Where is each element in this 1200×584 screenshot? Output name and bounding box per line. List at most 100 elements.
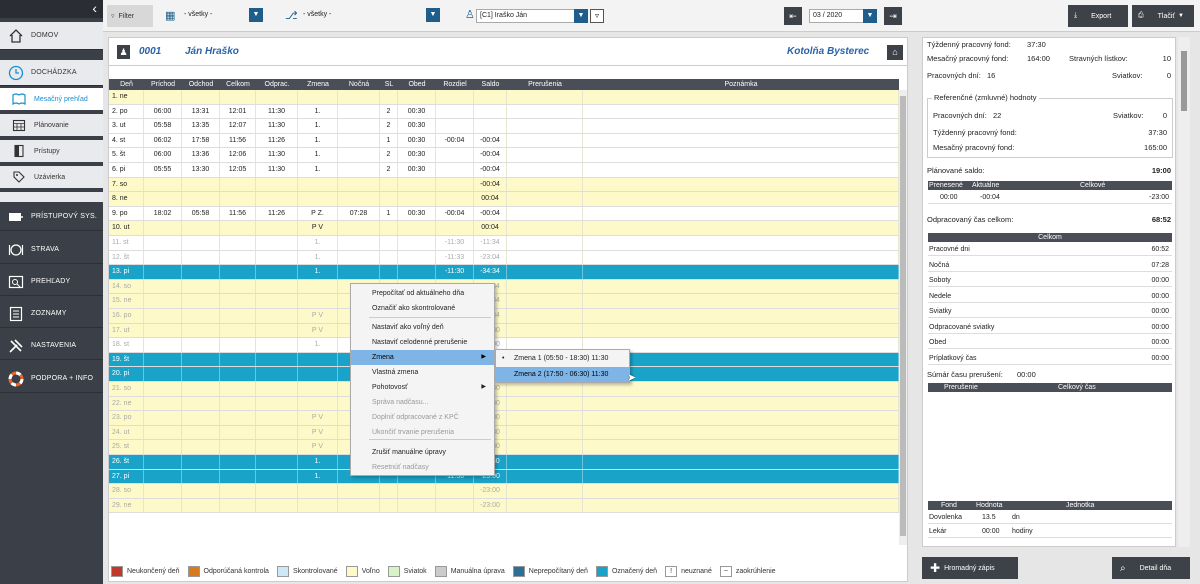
- menu-item[interactable]: Nastaviť celodenné prerušenie: [351, 335, 494, 350]
- menu-item[interactable]: Doplniť odpracované z KPČ: [351, 410, 494, 425]
- col-header-difference[interactable]: Rozdiel: [436, 79, 474, 90]
- menu-item[interactable]: Správa nadčasu...: [351, 395, 494, 410]
- grid-scrollbar[interactable]: [899, 90, 907, 545]
- table-row[interactable]: 6. pi 05:55 13:30 12:05 11:30 1. 2 00:30 -00:04: [109, 163, 899, 178]
- menu-item[interactable]: Zmena ▶: [351, 350, 494, 365]
- menu-item-label: Vlastná zmena: [372, 369, 419, 376]
- menu-item[interactable]: Pohotovosť ▶: [351, 380, 494, 395]
- sidebar-item-label: STRAVA: [31, 246, 60, 253]
- table-row[interactable]: 14. so-34:34: [109, 279, 899, 295]
- sidebar-item-zoznamy[interactable]: ZOZNAMY: [0, 300, 103, 328]
- sidebar-collapse-button[interactable]: ‹: [0, 0, 103, 18]
- sidebar-item-domov[interactable]: DOMOV: [0, 22, 103, 50]
- col-header-saldo[interactable]: Saldo: [474, 79, 507, 90]
- cell-departure: [182, 192, 220, 206]
- col-header-total[interactable]: Celkom: [220, 79, 256, 90]
- menu-item[interactable]: Ukončiť trvanie prerušenia: [351, 425, 494, 440]
- filter-button[interactable]: ▿ Filter: [107, 5, 153, 27]
- cell-worked: [256, 440, 298, 454]
- col-header-day[interactable]: Deň: [109, 79, 144, 90]
- menu-item[interactable]: Označiť ako skontrolované: [351, 301, 494, 316]
- scrollbar-thumb[interactable]: [900, 96, 906, 536]
- col-header-worked[interactable]: Odprac.: [256, 79, 298, 90]
- submenu-item[interactable]: Zmena 2 (17:50 - 06:30) 11:30: [496, 367, 629, 382]
- cell-shift: [298, 90, 338, 104]
- table-row[interactable]: 27. pi 1. -11:30 -23:00: [109, 469, 899, 485]
- table-row[interactable]: 17. utP V-34:30: [109, 323, 899, 339]
- table-row[interactable]: 24. utP V-34:30: [109, 425, 899, 441]
- group-select[interactable]: - všetky - ▼: [181, 8, 263, 23]
- chevron-down-icon: ▼: [249, 8, 263, 22]
- sidebar-item-dochadzka[interactable]: DOCHÁDZKA: [0, 60, 103, 86]
- table-row[interactable]: 7. so -00:04: [109, 177, 899, 193]
- next-month-button[interactable]: ⇥: [884, 7, 902, 25]
- sidebar-item-pristupy[interactable]: Prístupy: [0, 140, 103, 162]
- previous-month-button[interactable]: ⇤: [784, 7, 802, 25]
- department-select[interactable]: - všetky - ▼: [300, 8, 440, 23]
- table-row[interactable]: 16. poP V-34:34: [109, 309, 899, 324]
- ref-monthly-fund-value: 165:00: [1144, 143, 1167, 152]
- sidebar-item-mesacny-prehlad[interactable]: Mesačný prehľad: [0, 88, 103, 110]
- cell-saldo: -00:04: [474, 163, 507, 177]
- table-row[interactable]: 2. po 06:00 13:31 12:01 11:30 1. 2 00:30: [109, 104, 899, 120]
- cell-departure: [182, 425, 220, 440]
- sidebar-item-podpora[interactable]: PODPORA + INFO: [0, 365, 103, 393]
- table-row[interactable]: 5. št 06:00 13:36 12:06 11:30 1. 2 00:30 -00:04: [109, 148, 899, 163]
- print-button[interactable]: ⎙ Tlačiť ▼: [1132, 5, 1194, 27]
- sidebar-item-pristupovy-sys[interactable]: PRÍSTUPOVÝ SYS.: [0, 203, 103, 231]
- menu-item[interactable]: Prepočítať od aktuálneho dňa: [351, 286, 494, 301]
- export-button[interactable]: ⤓ Export: [1068, 5, 1128, 27]
- table-row[interactable]: 10. ut P V 00:04: [109, 221, 899, 236]
- summary-scrollbar[interactable]: [1178, 37, 1190, 547]
- cell-arrival: [144, 469, 182, 484]
- table-row[interactable]: 26. št1.-11:30-11:30: [109, 455, 899, 470]
- table-row[interactable]: 15. ne-34:34: [109, 294, 899, 309]
- bulk-entry-button[interactable]: ✚ Hromadný zápis: [922, 557, 1018, 579]
- col-header-note[interactable]: Poznámka: [583, 79, 899, 90]
- col-header-lunch[interactable]: Obed: [398, 79, 436, 90]
- cell-arrival: 06:02: [144, 133, 182, 148]
- cell-total: [220, 469, 256, 484]
- table-row[interactable]: 21. so-34:30: [109, 382, 899, 397]
- employee-filter-button[interactable]: ▿: [590, 9, 604, 23]
- sidebar-item-uzavierka[interactable]: Uzávierka: [0, 166, 103, 188]
- table-row[interactable]: 23. poP V-34:30: [109, 411, 899, 426]
- chevron-right-icon: ▶: [481, 354, 486, 360]
- scrollbar-thumb[interactable]: [1181, 51, 1187, 111]
- cell-saldo: [474, 119, 507, 133]
- sidebar-item-strava[interactable]: STRAVA: [0, 236, 103, 264]
- table-row[interactable]: 9. po 18:02 05:58 11:56 11:26 P Z. 07:28 1 00:30…: [109, 206, 899, 222]
- col-header-arrival[interactable]: Príchod: [144, 79, 182, 90]
- day-detail-button[interactable]: ⌕ Detail dňa: [1112, 557, 1190, 579]
- table-row[interactable]: 4. st 06:02 17:58 11:56 11:26 1. 1 00:30 -00:04-…: [109, 133, 899, 149]
- col-header-departure[interactable]: Odchod: [182, 79, 220, 90]
- table-row[interactable]: 12. št 1. -11:33 -23:04: [109, 250, 899, 266]
- table-row[interactable]: 1. ne: [109, 90, 899, 105]
- grid-header: Deň Príchod Odchod Celkom Odprac. Zmena Nočná S…: [109, 79, 899, 90]
- submenu-item[interactable]: • Zmena 1 (05:50 - 18:30) 11:30: [496, 351, 629, 366]
- employee-select[interactable]: [C1] Iraško Ján ▼: [476, 9, 588, 23]
- context-menu: Prepočítať od aktuálneho dňa Označiť ako …: [350, 283, 495, 476]
- col-header-meal[interactable]: SL: [380, 79, 398, 90]
- table-row[interactable]: 29. ne -23:00: [109, 498, 899, 514]
- sidebar-item-nastavenia[interactable]: NASTAVENIA: [0, 332, 103, 360]
- table-row[interactable]: 25. stP V-34:30: [109, 440, 899, 455]
- col-header-night[interactable]: Nočná: [338, 79, 380, 90]
- table-row[interactable]: 13. pi 1. -11:30 -34:34: [109, 265, 899, 280]
- menu-item[interactable]: Vlastná zmena: [351, 365, 494, 380]
- col-header-shift[interactable]: Zmena: [298, 79, 338, 90]
- menu-item[interactable]: Zrušiť manuálne úpravy: [351, 445, 494, 460]
- col-header-interruptions[interactable]: Prerušenia: [507, 79, 583, 90]
- table-row[interactable]: 22. ne-34:30: [109, 396, 899, 412]
- cell-shift: P V: [298, 411, 338, 425]
- table-row[interactable]: 8. ne 00:04: [109, 192, 899, 207]
- table-row[interactable]: 3. ut 05:58 13:35 12:07 11:30 1. 2 00:30: [109, 119, 899, 134]
- menu-item[interactable]: Nastaviť ako voľný deň: [351, 320, 494, 335]
- bulk-entry-label: Hromadný zápis: [944, 564, 995, 572]
- sidebar-item-prehlady[interactable]: PREHĽADY: [0, 268, 103, 296]
- menu-item[interactable]: Resetnúť nadčasy: [351, 460, 494, 475]
- table-row[interactable]: 28. so -23:00: [109, 484, 899, 499]
- table-row[interactable]: 11. st 1. -11:30 -11:34: [109, 236, 899, 251]
- period-select[interactable]: 03 / 2020 ▼: [809, 9, 877, 23]
- sidebar-item-planovanie[interactable]: Plánovanie: [0, 114, 103, 136]
